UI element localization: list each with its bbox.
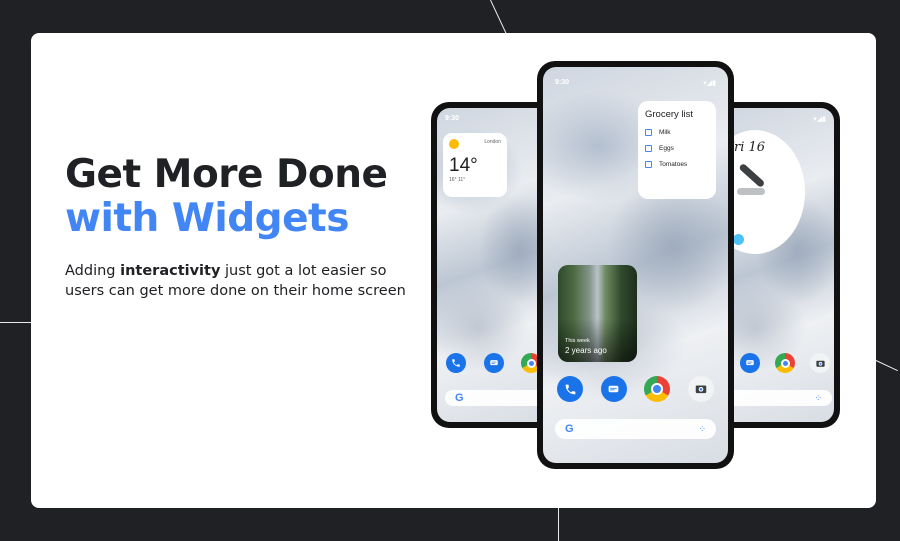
- messages-app-icon[interactable]: [600, 376, 627, 402]
- page-title: Get More Done with Widgets: [65, 153, 445, 241]
- weather-widget[interactable]: London 14° 16° 11°: [443, 133, 507, 197]
- camera-app-icon[interactable]: [810, 353, 830, 373]
- phone-app-icon[interactable]: [557, 376, 583, 402]
- clock-minute-hand: [737, 188, 765, 195]
- hero-card: Get More Done with Widgets Adding intera…: [31, 33, 876, 508]
- chrome-center-icon: [526, 358, 536, 368]
- phone-center: 9:30 ▾◢▮ Grocery list Milk Eggs Tomatoes: [537, 61, 734, 469]
- chrome-center-icon: [651, 383, 664, 395]
- google-logo-icon: G: [455, 392, 464, 404]
- status-time: 9:30: [555, 79, 570, 86]
- deco-line-right: [875, 360, 898, 372]
- title-line-2: with Widgets: [65, 196, 349, 241]
- grocery-item[interactable]: Milk: [645, 129, 709, 136]
- chrome-app-icon[interactable]: [775, 353, 795, 373]
- grocery-item-label: Tomatoes: [659, 161, 688, 168]
- weather-temp: 14°: [449, 155, 478, 176]
- checkbox[interactable]: [645, 145, 652, 152]
- title-line-1: Get More Done: [65, 152, 388, 197]
- status-icons: ▾◢▮: [703, 80, 716, 87]
- grocery-item[interactable]: Tomatoes: [645, 161, 709, 168]
- photo-label: This week: [565, 338, 590, 344]
- sun-icon: [449, 139, 459, 149]
- status-icons: ▾◢▮: [813, 116, 826, 123]
- search-bar[interactable]: ⁘: [717, 390, 832, 406]
- phone-app-icon[interactable]: [446, 353, 466, 373]
- status-time: 9:30: [445, 115, 460, 122]
- headline: Get More Done with Widgets: [65, 153, 445, 241]
- grocery-item-label: Milk: [659, 129, 671, 136]
- chrome-center-icon: [780, 358, 790, 368]
- checkbox[interactable]: [645, 129, 652, 136]
- checkbox[interactable]: [645, 161, 652, 168]
- dock: [740, 353, 830, 373]
- grocery-title: Grocery list: [645, 109, 694, 120]
- google-logo-icon: G: [565, 423, 574, 435]
- dock: [446, 353, 541, 373]
- chrome-app-icon[interactable]: [644, 376, 671, 402]
- assistant-icon: ⁘: [814, 392, 822, 403]
- clock-hour-hand: [738, 162, 766, 189]
- deco-line-bottom: [558, 508, 559, 541]
- search-bar[interactable]: G ⁘: [555, 419, 716, 439]
- messages-app-icon[interactable]: [483, 353, 504, 373]
- subtitle-start: Adding: [65, 263, 121, 279]
- camera-app-icon[interactable]: [687, 376, 714, 402]
- grocery-item[interactable]: Eggs: [645, 145, 709, 152]
- grocery-widget[interactable]: Grocery list Milk Eggs Tomatoes: [638, 101, 716, 199]
- dock: [557, 376, 714, 402]
- assistant-icon: ⁘: [698, 423, 706, 434]
- weather-city: London: [484, 139, 501, 145]
- clock-second-dot: [733, 234, 744, 245]
- weather-range: 16° 11°: [449, 177, 466, 183]
- subtitle: Adding interactivity just got a lot easi…: [65, 261, 415, 301]
- deco-line-top: [490, 0, 508, 37]
- photo-subtitle: 2 years ago: [565, 346, 607, 355]
- phone-center-screen: 9:30 ▾◢▮ Grocery list Milk Eggs Tomatoes: [543, 67, 728, 463]
- messages-app-icon[interactable]: [740, 353, 760, 373]
- subtitle-bold: interactivity: [120, 263, 221, 279]
- grocery-item-label: Eggs: [659, 145, 674, 152]
- deco-line-left: [0, 322, 31, 323]
- photo-memory-widget[interactable]: This week 2 years ago: [558, 265, 637, 362]
